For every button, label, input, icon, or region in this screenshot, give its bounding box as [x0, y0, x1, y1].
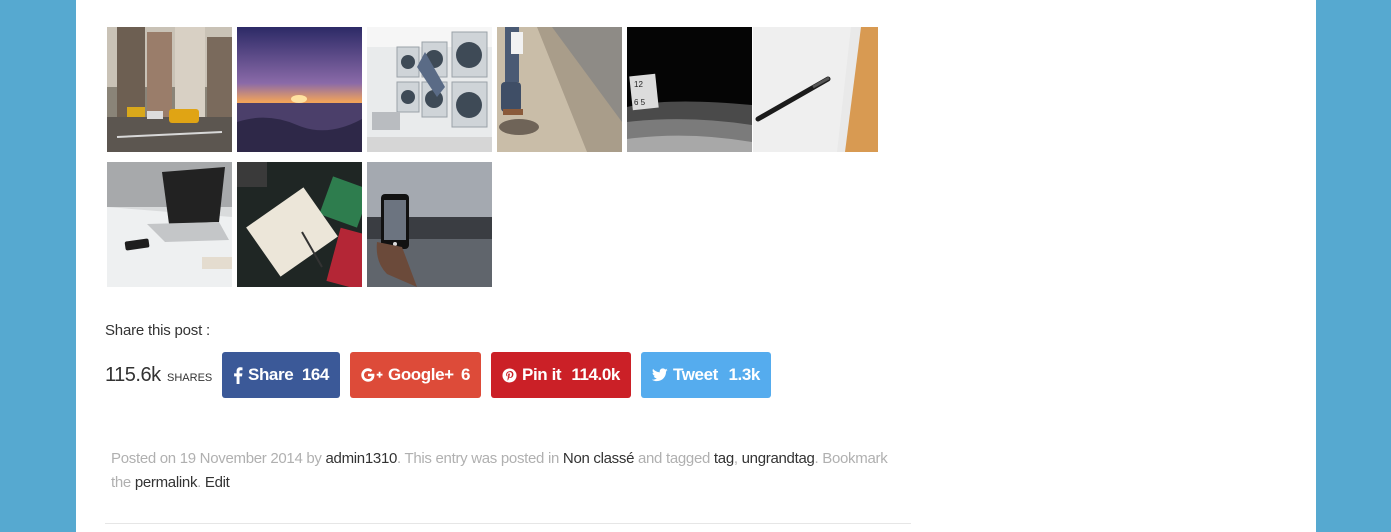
- share-total: 115.6k SHARES: [105, 364, 212, 387]
- by-text: by: [302, 450, 326, 467]
- posted-in-text: . This entry was posted in: [397, 450, 563, 467]
- googleplus-share-count: 6: [460, 365, 470, 384]
- share-title: Share this post :: [105, 322, 210, 339]
- pinterest-share-count: 114.0k: [571, 365, 620, 384]
- pinterest-icon: [502, 367, 517, 383]
- twitter-share-count: 1.3k: [728, 365, 761, 384]
- facebook-share-count: 164: [301, 365, 330, 384]
- pinterest-share-label: Pin it: [522, 365, 562, 384]
- edit-link[interactable]: Edit: [205, 474, 230, 491]
- share-total-count: 115.6k: [105, 364, 161, 386]
- author-link[interactable]: admin1310: [326, 450, 398, 467]
- tag-link-tag[interactable]: tag: [714, 450, 734, 467]
- post-date: 19 November 2014: [179, 450, 303, 467]
- notebook-desk-image[interactable]: [237, 162, 362, 287]
- content-area: 12 6 5 Share this post: 115.6k SHARES S…: [76, 0, 1316, 532]
- pinterest-share-button[interactable]: Pin it 114.0k: [491, 352, 631, 398]
- category-link[interactable]: Non classé: [563, 450, 635, 467]
- googleplus-share-button[interactable]: Google+ 6: [350, 352, 481, 398]
- laptop-desk-image[interactable]: [107, 162, 232, 287]
- googleplus-share-label: Google+: [388, 365, 454, 384]
- tag-link-ungrandtag[interactable]: ungrandtag: [742, 450, 815, 467]
- tagged-text: and tagged: [634, 450, 714, 467]
- clock-dark-image[interactable]: 12 6 5: [627, 27, 752, 152]
- svg-text:6 5: 6 5: [634, 98, 646, 107]
- pen-paper-image[interactable]: [753, 27, 878, 152]
- googleplus-icon: [361, 368, 383, 382]
- city-street-image[interactable]: [107, 27, 232, 152]
- posted-on-text: Posted on: [111, 450, 180, 467]
- phone-photo-image[interactable]: [367, 162, 492, 287]
- facebook-icon: [233, 366, 243, 384]
- svg-text:12: 12: [634, 80, 643, 89]
- entry-meta: Posted on 19 November 2014 by admin1310.…: [111, 447, 901, 495]
- skateboard-image[interactable]: [497, 27, 622, 152]
- sunset-beach-image[interactable]: [237, 27, 362, 152]
- permalink-link[interactable]: permalink: [135, 474, 198, 491]
- laundromat-image[interactable]: [367, 27, 492, 152]
- facebook-share-label: Share: [248, 365, 294, 384]
- twitter-icon: [652, 368, 668, 382]
- comma-text: ,: [733, 450, 742, 467]
- twitter-share-button[interactable]: Tweet 1.3k: [641, 352, 771, 398]
- share-total-label: SHARES: [167, 372, 213, 384]
- twitter-share-label: Tweet: [673, 365, 718, 384]
- period-text: .: [197, 474, 205, 491]
- divider: [105, 523, 911, 524]
- facebook-share-button[interactable]: Share 164: [222, 352, 340, 398]
